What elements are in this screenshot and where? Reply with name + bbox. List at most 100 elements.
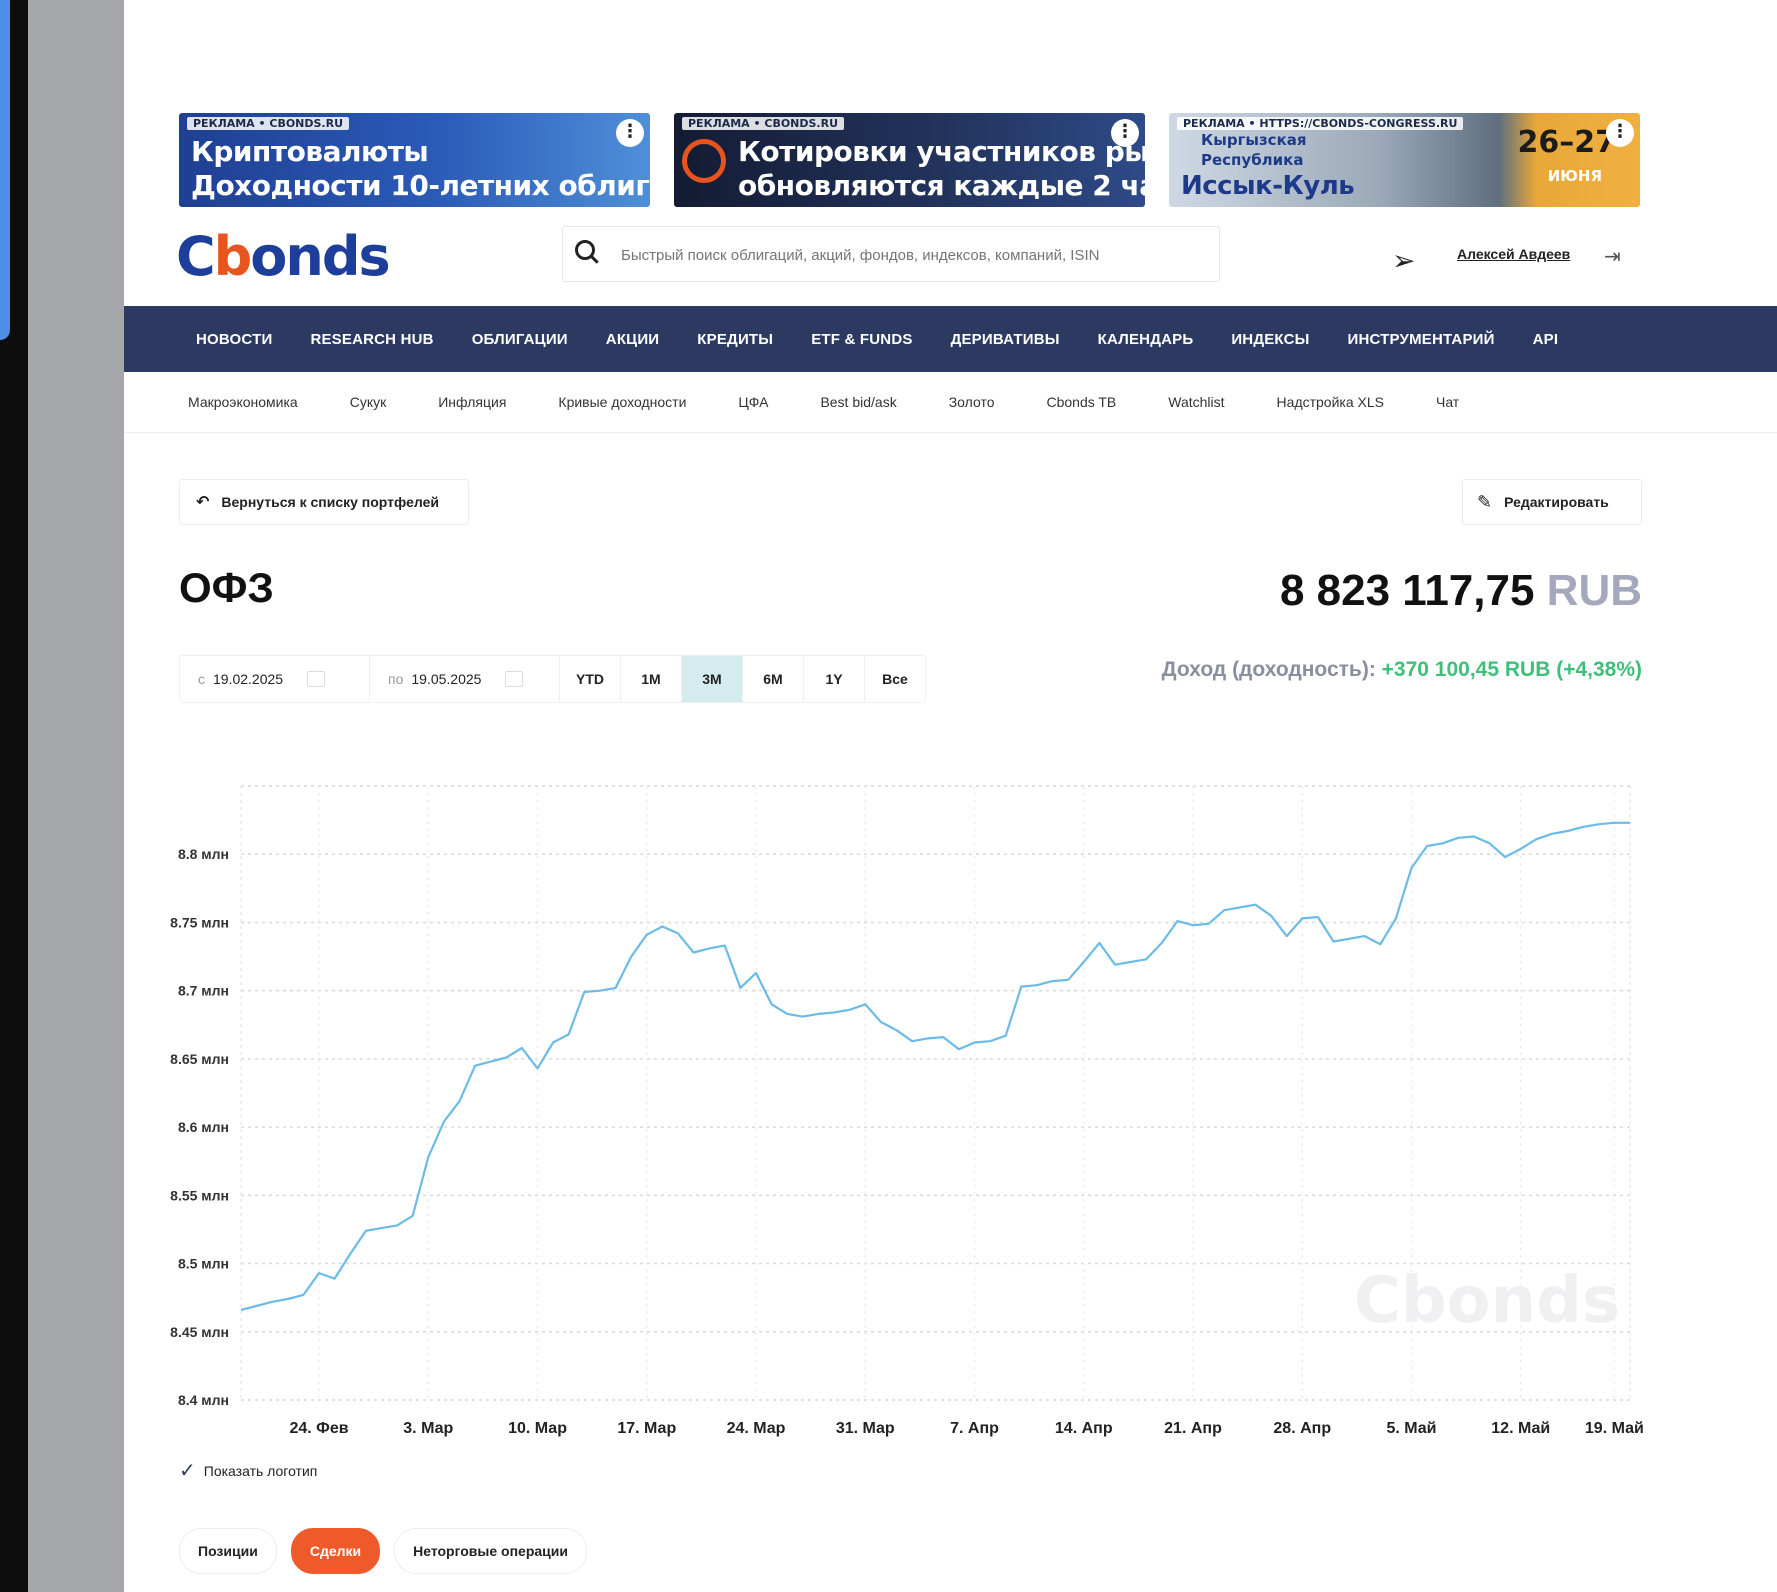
sub-nav-item[interactable]: ЦФА <box>738 394 768 410</box>
back-arrow-icon: ↶ <box>196 494 210 511</box>
sub-nav-item[interactable]: Инфляция <box>438 394 506 410</box>
income-summary: Доход (доходность): +370 100,45 RUB (+4,… <box>1162 658 1642 682</box>
banner-small-2: Республика <box>1201 151 1304 169</box>
x-tick-label: 21. Апр <box>1164 1420 1222 1437</box>
period-button[interactable]: 1M <box>621 656 682 702</box>
period-button[interactable]: 1Y <box>804 656 865 702</box>
ad-label: РЕКЛАМА • CBONDS.RU <box>682 117 845 130</box>
main-nav-item[interactable]: RESEARCH HUB <box>310 331 433 348</box>
x-tick-label: 31. Мар <box>836 1420 895 1437</box>
x-tick-label: 24. Мар <box>727 1420 786 1437</box>
ad-label: РЕКЛАМА • HTTPS://CBONDS-CONGRESS.RU <box>1177 117 1464 130</box>
portfolio-tabs: Позиции Сделки Неторговые операции <box>179 1528 587 1574</box>
telegram-icon[interactable]: ➢ <box>1392 244 1415 277</box>
date-from-value: 19.02.2025 <box>213 671 284 687</box>
main-nav-item[interactable]: ДЕРИВАТИВЫ <box>951 331 1060 348</box>
sub-nav-item[interactable]: Best bid/ask <box>820 394 896 410</box>
chart-svg: 8.4 млн 8.45 млн 8.5 млн 8.55 млн 8.6 млн 8.6… <box>170 785 1644 1437</box>
ad-label: РЕКЛАМА • CBONDS.RU <box>187 117 350 130</box>
more-icon[interactable]: ⋮ <box>1606 119 1634 147</box>
sub-nav-item[interactable]: Watchlist <box>1168 394 1224 410</box>
portfolio-total: 8 823 117,75 RUB <box>1280 566 1642 616</box>
date-to-label: по <box>388 671 404 687</box>
banner-line-2: обновляются каждые 2 часа <box>738 169 1145 202</box>
x-tick-label: 24. Фев <box>289 1420 348 1437</box>
main-nav-item[interactable]: ИНДЕКСЫ <box>1231 331 1309 348</box>
y-tick-label: 8.65 млн <box>170 1051 229 1067</box>
y-tick-label: 8.75 млн <box>170 914 229 930</box>
main-nav: НОВОСТИ RESEARCH HUB ОБЛИГАЦИИ АКЦИИ КРЕДИТЫ… <box>124 306 1777 372</box>
cbonds-logo[interactable]: Cbonds <box>176 225 391 288</box>
total-value: 8 823 117,75 <box>1279 566 1535 615</box>
back-button-label: Вернуться к списку портфелей <box>221 494 439 510</box>
sub-nav-item[interactable]: Чат <box>1436 394 1459 410</box>
search-icon <box>575 240 595 260</box>
search-box[interactable] <box>562 226 1220 282</box>
banner-line-1: Котировки участников рынка <box>738 135 1145 168</box>
sub-nav: Макроэкономика Сукук Инфляция Кривые доходн… <box>124 372 1777 433</box>
total-currency: RUB <box>1546 566 1642 615</box>
income-value: +370 100,45 RUB (+4,38%) <box>1381 658 1642 681</box>
sub-nav-item[interactable]: Сукук <box>350 394 387 410</box>
sub-nav-item[interactable]: Cbonds TB <box>1046 394 1116 410</box>
main-nav-item[interactable]: API <box>1533 331 1559 348</box>
ad-banners: РЕКЛАМА • CBONDS.RU Криптовалюты Доходно… <box>179 113 1640 207</box>
x-tick-label: 28. Апр <box>1273 1420 1331 1437</box>
calendar-icon[interactable] <box>505 671 524 687</box>
checkmark-icon: ✓ <box>179 1460 196 1482</box>
date-from-field[interactable]: с 19.02.2025 <box>180 656 370 702</box>
ad-banner-quotes[interactable]: РЕКЛАМА • CBONDS.RU Котировки участников… <box>674 113 1145 207</box>
x-tick-label: 12. Май <box>1491 1420 1550 1437</box>
banner-line-2: Доходности 10-летних облигаций <box>191 169 650 202</box>
x-tick-label: 7. Апр <box>950 1420 999 1437</box>
logout-icon[interactable]: ⇥ <box>1604 244 1621 269</box>
edit-button[interactable]: ✎ Редактировать <box>1462 479 1642 525</box>
page: РЕКЛАМА • CBONDS.RU Криптовалюты Доходно… <box>124 0 1777 1592</box>
x-tick-label: 10. Мар <box>508 1420 567 1437</box>
user-profile-link[interactable]: Алексей Авдеев <box>1457 246 1570 262</box>
portfolio-chart: 8.4 млн 8.45 млн 8.5 млн 8.55 млн 8.6 млн 8.6… <box>124 760 1777 1450</box>
sub-nav-item[interactable]: Золото <box>949 394 995 410</box>
income-label: Доход (доходность): <box>1161 658 1376 681</box>
search-input[interactable] <box>619 237 1203 273</box>
edit-button-label: Редактировать <box>1504 494 1609 510</box>
y-tick-label: 8.5 млн <box>178 1256 229 1272</box>
tab-item[interactable]: Сделки <box>290 1528 381 1574</box>
pencil-icon: ✎ <box>1477 491 1493 512</box>
banner-dates: 26–27 <box>1517 125 1617 160</box>
sub-nav-item[interactable]: Кривые доходности <box>558 394 686 410</box>
main-nav-item[interactable]: НОВОСТИ <box>196 331 272 348</box>
portfolio-title: ОФЗ <box>179 564 274 611</box>
main-nav-item[interactable]: ОБЛИГАЦИИ <box>472 331 568 348</box>
x-tick-label: 3. Мар <box>403 1420 453 1437</box>
more-icon[interactable]: ⋮ <box>1111 119 1139 147</box>
ad-banner-crypto[interactable]: РЕКЛАМА • CBONDS.RU Криптовалюты Доходно… <box>179 113 650 207</box>
back-to-portfolios-button[interactable]: ↶ Вернуться к списку портфелей <box>179 479 469 525</box>
show-logo-checkbox[interactable]: ✓ Показать логотип <box>179 1458 317 1483</box>
tab-item[interactable]: Неторговые операции <box>394 1528 587 1574</box>
more-icon[interactable]: ⋮ <box>616 119 644 147</box>
period-button[interactable]: 6M <box>743 656 804 702</box>
main-nav-item[interactable]: ИНСТРУМЕНТАРИЙ <box>1348 331 1495 348</box>
ad-banner-congress[interactable]: РЕКЛАМА • HTTPS://CBONDS-CONGRESS.RU Кыр… <box>1169 113 1640 207</box>
date-to-field[interactable]: по 19.05.2025 <box>370 656 560 702</box>
calendar-icon[interactable] <box>307 671 326 687</box>
main-nav-item[interactable]: КАЛЕНДАРЬ <box>1098 331 1194 348</box>
banner-month: ИЮНЯ <box>1547 167 1602 185</box>
main-nav-item[interactable]: ETF & FUNDS <box>811 331 912 348</box>
banner-line-1: Криптовалюты <box>191 135 429 168</box>
period-button[interactable]: Все <box>865 656 925 702</box>
period-button[interactable]: 3M <box>682 656 743 702</box>
main-nav-item[interactable]: КРЕДИТЫ <box>697 331 773 348</box>
sub-nav-item[interactable]: Надстройка XLS <box>1277 394 1384 410</box>
tab-item[interactable]: Позиции <box>179 1528 277 1574</box>
y-tick-label: 8.55 млн <box>170 1187 229 1203</box>
sub-nav-item[interactable]: Макроэкономика <box>188 394 298 410</box>
y-tick-label: 8.6 млн <box>178 1119 229 1135</box>
date-to-value: 19.05.2025 <box>411 671 482 687</box>
banner-line-2: Иссык-Куль <box>1181 171 1355 201</box>
x-tick-label: 19. Май <box>1585 1420 1644 1437</box>
x-tick-label: 5. Май <box>1386 1420 1436 1437</box>
main-nav-item[interactable]: АКЦИИ <box>606 331 660 348</box>
period-button[interactable]: YTD <box>560 656 621 702</box>
